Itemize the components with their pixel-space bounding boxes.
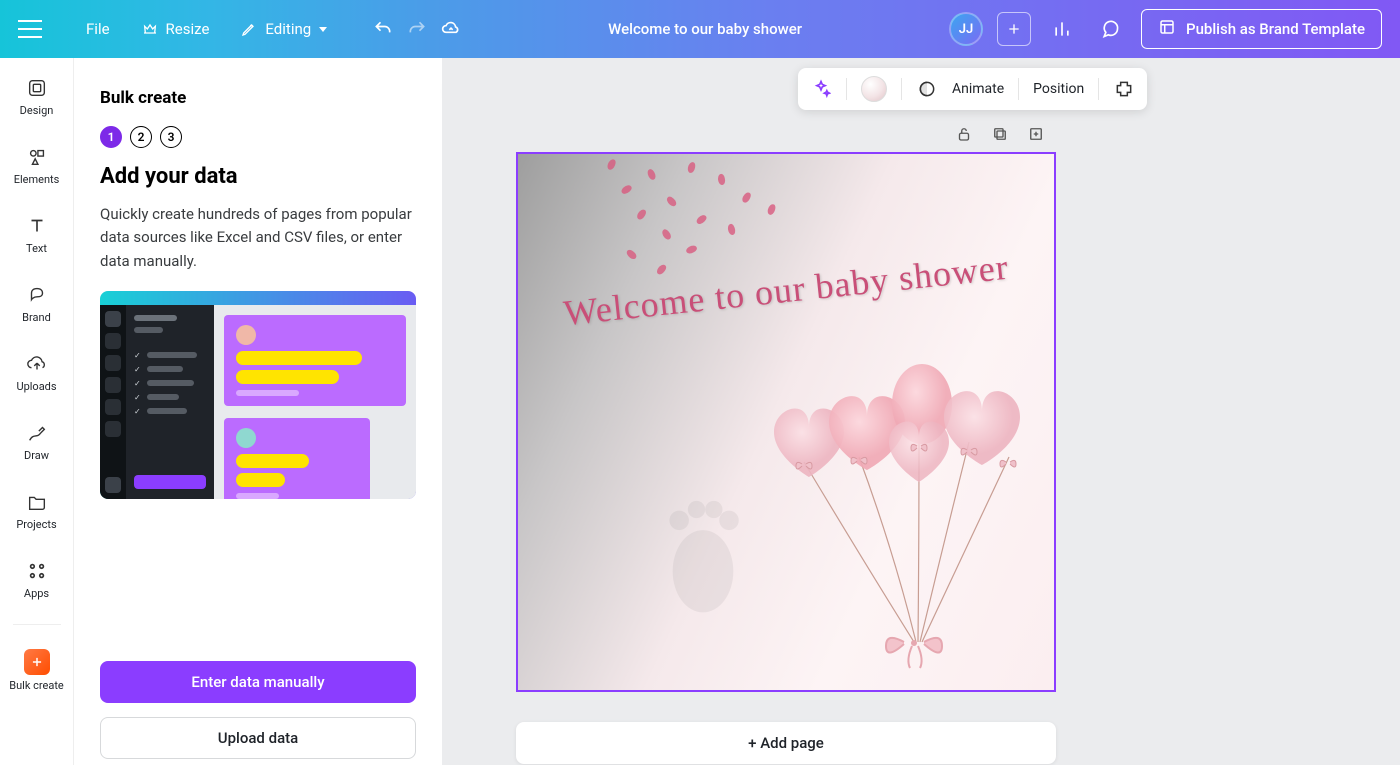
nav-label: Elements <box>14 173 60 186</box>
lock-icon[interactable] <box>954 124 974 144</box>
duplicate-icon[interactable] <box>990 124 1010 144</box>
magic-icon[interactable] <box>810 78 832 100</box>
document-title[interactable]: Welcome to our baby shower <box>461 20 949 38</box>
nav-apps[interactable]: Apps <box>0 551 73 608</box>
insights-icon[interactable] <box>1045 12 1079 46</box>
nav-elements[interactable]: Elements <box>0 137 73 194</box>
apps-icon <box>25 559 49 583</box>
avatar[interactable]: JJ <box>949 12 983 46</box>
file-label: File <box>86 20 110 38</box>
nav-draw[interactable]: Draw <box>0 413 73 470</box>
panel-description: Quickly create hundreds of pages from po… <box>100 203 416 273</box>
redo-icon[interactable] <box>407 19 427 39</box>
page-action-bar <box>954 124 1046 144</box>
nav-label: Brand <box>22 311 51 324</box>
nav-text[interactable]: Text <box>0 206 73 263</box>
uploads-icon <box>25 352 49 376</box>
step-2[interactable]: 2 <box>130 126 152 148</box>
nav-bulk-create[interactable]: Bulk create <box>0 641 73 700</box>
canvas-stage: Animate Position <box>442 58 1400 765</box>
animate-button[interactable]: Animate <box>952 81 1004 97</box>
file-menu[interactable]: File <box>78 14 118 44</box>
nav-label: Design <box>20 104 54 117</box>
draw-icon <box>25 421 49 445</box>
nav-label: Draw <box>24 449 49 462</box>
nav-label: Text <box>26 242 47 255</box>
projects-icon <box>25 490 49 514</box>
add-member-button[interactable] <box>997 12 1031 46</box>
editing-label: Editing <box>265 20 311 38</box>
transparency-icon[interactable] <box>1113 78 1135 100</box>
bulk-create-icon <box>24 649 50 675</box>
preview-illustration: ✓ ✓ ✓ ✓ ✓ <box>100 291 416 499</box>
resize-label: Resize <box>166 20 210 38</box>
panel-title: Bulk create <box>100 88 416 108</box>
floating-toolbar: Animate Position <box>798 68 1147 110</box>
undo-icon[interactable] <box>373 19 393 39</box>
panel-heading: Add your data <box>100 164 416 189</box>
balloons-illustration <box>744 342 1044 672</box>
step-3[interactable]: 3 <box>160 126 182 148</box>
petals-decoration <box>568 154 808 284</box>
upload-data-button[interactable]: Upload data <box>100 717 416 759</box>
resize-menu[interactable]: Resize <box>132 13 218 45</box>
step-1[interactable]: 1 <box>100 126 122 148</box>
text-icon <box>25 214 49 238</box>
position-button[interactable]: Position <box>1033 81 1084 97</box>
divider <box>13 624 61 625</box>
top-bar: File Resize Editing Welcome to our baby … <box>0 0 1400 58</box>
nav-label: Uploads <box>16 380 56 393</box>
publish-button[interactable]: Publish as Brand Template <box>1141 9 1382 49</box>
nav-label: Apps <box>24 587 49 600</box>
brand-icon <box>25 283 49 307</box>
nav-projects[interactable]: Projects <box>0 482 73 539</box>
chevron-down-icon <box>319 27 327 32</box>
footprint-watermark <box>648 490 758 620</box>
publish-label: Publish as Brand Template <box>1186 20 1365 38</box>
pencil-icon <box>239 19 259 39</box>
menu-icon[interactable] <box>18 20 42 38</box>
design-icon <box>25 76 49 100</box>
cloud-sync-icon[interactable] <box>441 19 461 39</box>
background-swatch[interactable] <box>861 76 887 102</box>
comment-icon[interactable] <box>1093 12 1127 46</box>
nav-label: Projects <box>16 518 56 531</box>
nav-label: Bulk create <box>9 679 64 692</box>
editing-menu[interactable]: Editing <box>231 13 335 45</box>
effects-icon[interactable] <box>916 78 938 100</box>
template-icon <box>1158 18 1176 40</box>
nav-rail: Design Elements Text Brand Uploads Draw … <box>0 58 74 765</box>
design-canvas[interactable]: Welcome to our baby shower <box>516 152 1056 692</box>
elements-icon <box>25 145 49 169</box>
nav-uploads[interactable]: Uploads <box>0 344 73 401</box>
step-indicator: 1 2 3 <box>100 126 416 148</box>
add-page-button[interactable]: + Add page <box>516 722 1056 764</box>
enter-data-button[interactable]: Enter data manually <box>100 661 416 703</box>
nav-brand[interactable]: Brand <box>0 275 73 332</box>
add-page-icon[interactable] <box>1026 124 1046 144</box>
crown-icon <box>140 19 160 39</box>
nav-design[interactable]: Design <box>0 68 73 125</box>
side-panel: ✕ Bulk create 1 2 3 Add your data Quickl… <box>74 58 442 765</box>
